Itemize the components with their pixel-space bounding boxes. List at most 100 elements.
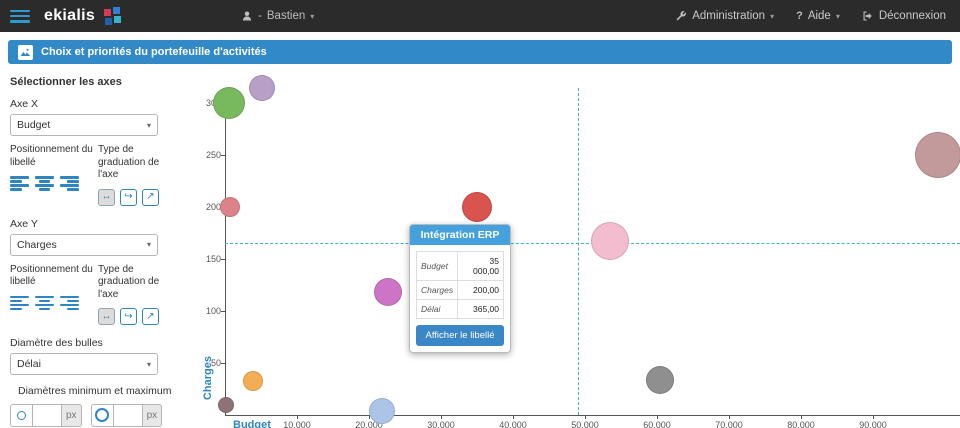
y-tick-mark <box>221 363 225 364</box>
help-menu[interactable]: ? Aide ▾ <box>796 10 840 22</box>
y-tick-label: 100 <box>205 306 221 316</box>
tooltip-title: Intégration ERP <box>410 225 510 245</box>
menu-icon[interactable] <box>10 9 30 23</box>
y-tick-mark <box>221 311 225 312</box>
tooltip-row-value: 35 000,00 <box>457 251 504 281</box>
axe-y-selected-value: Charges <box>17 238 57 251</box>
axis-linear-icon[interactable]: ↔ <box>98 308 115 325</box>
bubble-darkmauve[interactable] <box>218 396 235 413</box>
px-unit-label: px <box>142 403 163 427</box>
label-position-label: Positionnement du libellé <box>10 144 93 168</box>
align-center-icon[interactable] <box>35 295 54 311</box>
crosshair-vertical <box>577 88 579 415</box>
x-axis-title: Budget <box>233 419 271 428</box>
bubble-orchid[interactable] <box>373 278 402 307</box>
bubble-gray[interactable] <box>645 365 674 394</box>
tooltip-row-label: Budget <box>415 251 459 281</box>
tooltip-row-value: 200,00 <box>457 280 504 300</box>
chevron-down-icon: ▾ <box>146 120 151 130</box>
x-tick-label: 50,000 <box>571 420 599 428</box>
x-tick-label: 80,000 <box>787 420 815 428</box>
brand-logo[interactable]: ekialis <box>44 7 122 25</box>
px-unit-label: px <box>62 403 82 427</box>
bubble-diameter-selected-value: Délai <box>17 358 41 370</box>
bubble-diameter-select[interactable]: Délai ▾ <box>10 353 158 375</box>
sidebar-section-title: Sélectionner les axes <box>10 76 122 88</box>
help-icon: ? <box>796 10 803 22</box>
axe-x-label: Axe X <box>10 98 39 110</box>
x-tick-mark <box>873 415 874 419</box>
x-tick-mark <box>801 415 802 419</box>
admin-menu[interactable]: Administration ▾ <box>675 10 774 22</box>
bubble-orange[interactable] <box>243 370 264 391</box>
bubble-lightblue[interactable] <box>368 397 395 424</box>
axe-y-select[interactable]: Charges ▾ <box>10 233 158 256</box>
bubble-pink[interactable] <box>591 222 630 261</box>
max-diameter-input[interactable] <box>112 403 143 427</box>
max-diameter-group: px <box>90 403 163 427</box>
x-tick-mark <box>729 415 730 419</box>
tooltip-table: Budget 35 000,00 Charges 200,00 Délai 36… <box>415 251 504 319</box>
tooltip-row: Charges 200,00 <box>415 280 504 300</box>
axis-curved-icon[interactable]: ↪ <box>120 308 137 325</box>
show-label-button[interactable]: Afficher le libellé <box>416 325 504 346</box>
chevron-down-icon: ▾ <box>310 11 315 21</box>
bubble-green[interactable] <box>212 87 245 119</box>
help-label: Aide <box>807 10 831 22</box>
x-tick-mark <box>513 415 514 419</box>
align-right-icon[interactable] <box>60 176 79 191</box>
bubble-small-red[interactable] <box>220 197 241 217</box>
axis-curved-icon[interactable]: ↪ <box>120 188 137 206</box>
align-left-icon[interactable] <box>10 295 29 311</box>
chevron-down-icon: ▾ <box>146 359 151 369</box>
bubble-erp[interactable] <box>462 192 492 222</box>
axis-linear-icon[interactable]: ↔ <box>98 188 115 206</box>
y-tick-mark <box>221 259 225 260</box>
x-tick-label: 60,000 <box>643 420 671 428</box>
chevron-down-icon: ▾ <box>146 240 151 249</box>
label-position-label: Positionnement du libellé <box>10 263 93 288</box>
user-icon <box>241 10 253 22</box>
align-left-icon[interactable] <box>10 176 29 191</box>
chevron-down-icon: ▾ <box>770 11 775 21</box>
axis-graduation-label: Type de graduation de l'axe <box>98 144 160 180</box>
top-navbar: ekialis - Bastien ▾ Administration ▾ ? A… <box>0 0 960 32</box>
x-tick-label: 40,000 <box>499 420 527 428</box>
tooltip-row-value: 365,00 <box>457 299 504 319</box>
y-tick-mark <box>221 155 225 156</box>
navbar-right: Administration ▾ ? Aide ▾ Déconnexion <box>675 10 946 22</box>
bubble-mauve[interactable] <box>914 132 960 178</box>
brand-name: ekialis <box>44 7 96 24</box>
x-tick-mark <box>657 415 658 419</box>
bubble-purple[interactable] <box>248 75 275 102</box>
y-tick-label: 200 <box>205 202 221 212</box>
brand-mark-icon <box>103 7 122 25</box>
user-separator: - <box>258 10 262 22</box>
logout-button[interactable]: Déconnexion <box>862 10 946 22</box>
bubble-diameter-label: Diamètre des bulles <box>10 337 103 349</box>
align-right-icon[interactable] <box>60 295 79 311</box>
y-tick-label: 150 <box>205 254 221 264</box>
user-name: Bastien <box>266 10 306 22</box>
x-tick-label: 90,000 <box>859 420 887 428</box>
align-center-icon[interactable] <box>35 176 54 191</box>
min-diameter-group: px <box>10 403 82 427</box>
x-tick-label: 30,000 <box>427 420 455 428</box>
axis-graduation-label: Type de graduation de l'axe <box>98 263 160 300</box>
sidebar: Sélectionner les axes Axe X Budget ▾ Pos… <box>0 64 195 428</box>
x-tick-mark <box>585 415 586 419</box>
axis-log-icon[interactable]: ↗ <box>142 308 159 325</box>
chevron-down-icon: ▾ <box>835 11 840 21</box>
min-diameter-input[interactable] <box>32 403 62 427</box>
tooltip-row-label: Charges <box>415 280 459 300</box>
user-menu[interactable]: - Bastien ▾ <box>241 10 314 22</box>
y-tick-label: 250 <box>205 150 221 160</box>
x-tick-mark <box>441 415 442 419</box>
bubble-tooltip: Intégration ERP Budget 35 000,00 Charges… <box>409 224 511 353</box>
tooltip-row: Délai 365,00 <box>415 299 504 319</box>
tooltip-row: Budget 35 000,00 <box>415 251 504 281</box>
page-title: Choix et priorités du portefeuille d'act… <box>41 46 267 58</box>
x-tick-label: 10,000 <box>283 420 311 428</box>
axe-x-select[interactable]: Budget ▾ <box>10 114 158 136</box>
axis-log-icon[interactable]: ↗ <box>142 188 159 206</box>
